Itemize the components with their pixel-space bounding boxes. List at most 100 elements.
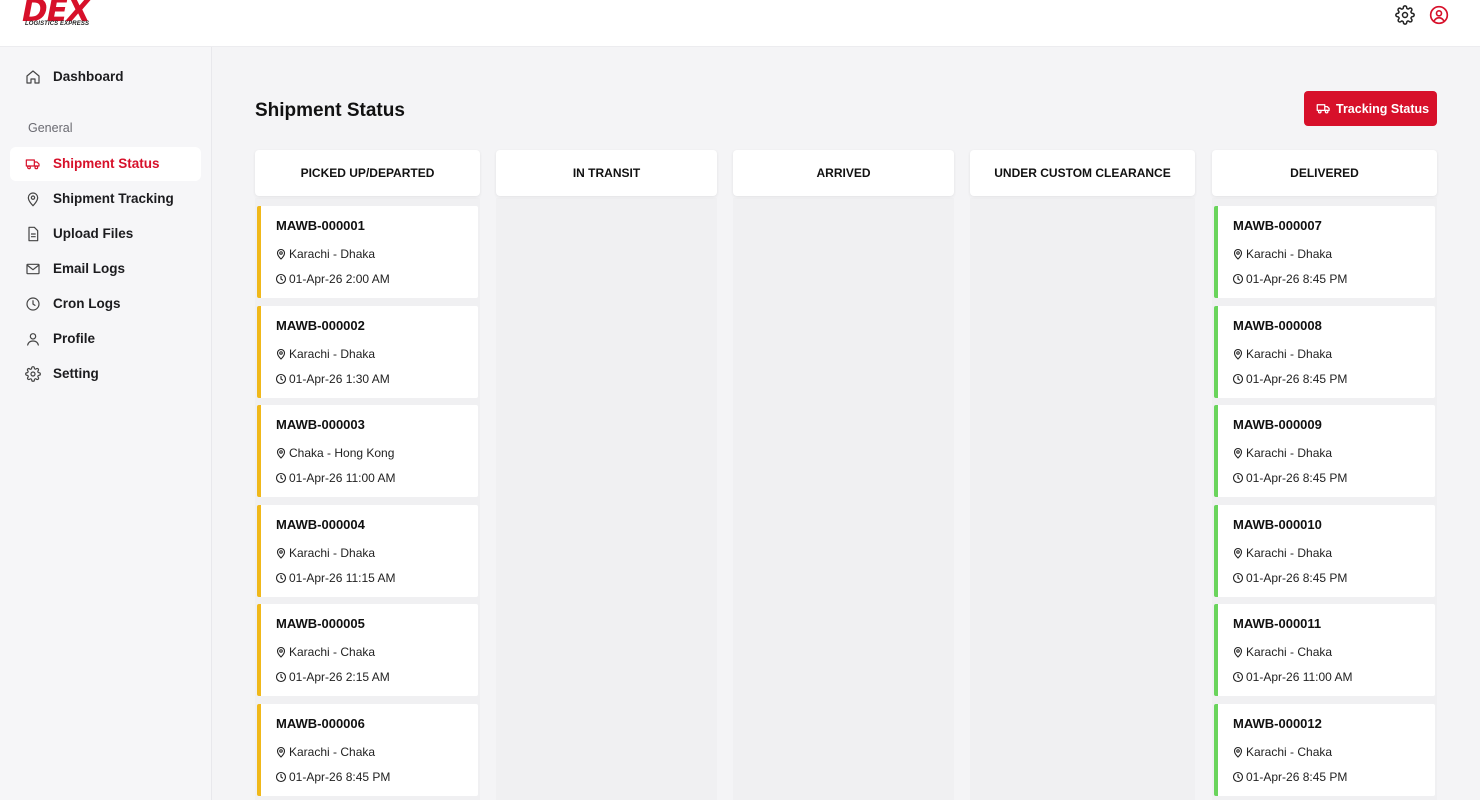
time-text: 01-Apr-26 1:30 AM	[289, 371, 390, 386]
column-under-custom-clearance: UNDER CUSTOM CLEARANCE	[970, 150, 1195, 800]
location-pin-icon	[276, 447, 286, 459]
logo-tagline: LOGISTICS EXPRESS	[25, 21, 90, 27]
mawb-number: MAWB-000007	[1233, 218, 1322, 233]
route-text: Karachi - Chaka	[1246, 645, 1333, 659]
time-text: 01-Apr-26 8:45 PM	[1246, 471, 1348, 485]
shipment-card[interactable]: MAWB-000003 Chaka - Hong Kong 01-Apr-26 …	[257, 405, 478, 497]
shipment-card[interactable]: MAWB-000011 Karachi - Chaka 01-Apr-26 11…	[1214, 604, 1435, 696]
column-header-arrived[interactable]: ARRIVED	[733, 150, 954, 196]
sidebar-item-shipment-status[interactable]: Shipment Status	[10, 147, 201, 181]
sidebar-item-cron-logs[interactable]: Cron Logs	[10, 287, 201, 321]
time-text: 01-Apr-26 8:45 PM	[289, 769, 391, 784]
sidebar-item-label: Shipment Status	[53, 156, 160, 171]
gear-icon	[25, 366, 41, 382]
shipment-card[interactable]: MAWB-000008 Karachi - Dhaka 01-Apr-26 8:…	[1214, 305, 1435, 398]
shipment-card[interactable]: MAWB-000012 Karachi - Chaka 01-Apr-26 8:…	[1214, 703, 1435, 796]
mawb-number: MAWB-000011	[1233, 616, 1322, 631]
column-body	[496, 198, 717, 800]
user-icon	[27, 333, 39, 346]
mawb-number: MAWB-000001	[276, 218, 365, 233]
mawb-number: MAWB-000004	[276, 516, 365, 532]
sidebar-item-label: Dashboard	[53, 69, 124, 84]
route-text: Karachi - Dhaka	[289, 545, 376, 560]
location-pin-icon	[1233, 348, 1243, 360]
time-text: 01-Apr-26 8:45 PM	[1246, 769, 1348, 784]
mawb-number: MAWB-000005	[276, 616, 365, 631]
page-title: Shipment Status	[255, 100, 405, 121]
shipment-card[interactable]: MAWB-000004 Karachi - Dhaka 01-Apr-26 11…	[257, 504, 478, 597]
location-pin-icon	[276, 646, 286, 658]
shipment-card[interactable]: MAWB-000007 Karachi - Dhaka 01-Apr-26 8:…	[1214, 206, 1435, 298]
sidebar-item-label: Shipment Tracking	[53, 191, 174, 206]
settings-gear-icon[interactable]	[1395, 5, 1415, 25]
route-text: Karachi - Chaka	[1246, 744, 1333, 759]
column-header-in-transit[interactable]: IN TRANSIT	[496, 150, 717, 196]
user-account-icon[interactable]	[1429, 5, 1449, 25]
sidebar-item-upload-files[interactable]: Upload Files	[10, 217, 201, 251]
sidebar-item-label: Upload Files	[53, 226, 134, 241]
home-icon	[26, 70, 40, 84]
column-delivered: DELIVERED MAWB-000007 Karachi - Dhaka 01…	[1212, 150, 1437, 800]
route-text: Karachi - Dhaka	[1246, 446, 1333, 460]
mawb-number: MAWB-000008	[1233, 317, 1322, 333]
time-text: 01-Apr-26 8:45 PM	[1246, 272, 1348, 286]
column-header-under-custom-clearance[interactable]: UNDER CUSTOM CLEARANCE	[970, 150, 1195, 196]
column-body	[970, 198, 1195, 800]
shipment-card[interactable]: MAWB-000009 Karachi - Dhaka 01-Apr-26 8:…	[1214, 405, 1435, 497]
location-pin-icon	[1233, 646, 1243, 658]
sidebar-item-email-logs[interactable]: Email Logs	[10, 252, 201, 286]
sidebar-item-setting[interactable]: Setting	[10, 357, 201, 391]
clock-icon	[1232, 472, 1244, 484]
shipment-card[interactable]: MAWB-000010 Karachi - Dhaka 01-Apr-26 8:…	[1214, 504, 1435, 597]
sidebar-section-general: General	[28, 121, 73, 135]
shipment-card[interactable]: MAWB-000005 Karachi - Chaka 01-Apr-26 2:…	[257, 604, 478, 696]
time-text: 01-Apr-26 11:00 AM	[1246, 670, 1353, 684]
column-header-delivered[interactable]: DELIVERED	[1212, 150, 1437, 196]
dex-logo[interactable]: DEX LOGISTICS EXPRESS	[22, 0, 117, 34]
location-pin-icon	[1233, 248, 1243, 260]
column-arrived: ARRIVED	[733, 150, 954, 800]
mawb-number: MAWB-000002	[276, 317, 365, 333]
clock-icon	[275, 373, 287, 384]
shipment-card[interactable]: MAWB-000002 Karachi - Dhaka 01-Apr-26 1:…	[257, 305, 478, 398]
route-text: Karachi - Dhaka	[289, 346, 376, 361]
mail-icon	[26, 263, 40, 275]
sidebar-item-label: Setting	[53, 366, 99, 381]
route-text: Karachi - Dhaka	[1246, 346, 1333, 361]
mawb-number: MAWB-000006	[276, 715, 365, 731]
sidebar-item-profile[interactable]: Profile	[10, 322, 201, 356]
sidebar-item-dashboard[interactable]: Dashboard	[10, 60, 201, 94]
tracking-status-label: Tracking Status	[1336, 102, 1430, 116]
truck-icon	[25, 159, 40, 170]
shipment-card[interactable]: MAWB-000006 Karachi - Chaka 01-Apr-26 8:…	[257, 703, 478, 796]
route-text: Karachi - Dhaka	[1246, 545, 1333, 560]
sidebar-item-label: Cron Logs	[53, 296, 121, 311]
sidebar-item-label: Profile	[53, 331, 96, 346]
mawb-number: MAWB-000010	[1233, 516, 1322, 532]
location-pin-icon	[1233, 547, 1243, 559]
route-text: Karachi - Chaka	[289, 645, 376, 659]
time-text: 01-Apr-26 2:00 AM	[289, 272, 390, 286]
tracking-status-button[interactable]: Tracking Status	[1304, 91, 1437, 126]
mawb-number: MAWB-000009	[1233, 417, 1322, 432]
sidebar-item-shipment-tracking[interactable]: Shipment Tracking	[10, 182, 201, 216]
shipment-card[interactable]: MAWB-000001 Karachi - Dhaka 01-Apr-26 2:…	[257, 206, 478, 298]
column-header-picked-up[interactable]: PICKED UP/DEPARTED	[255, 150, 480, 196]
clock-icon	[1232, 771, 1244, 782]
route-text: Karachi - Dhaka	[289, 247, 376, 261]
truck-icon	[1316, 104, 1330, 114]
time-text: 01-Apr-26 11:00 AM	[289, 471, 396, 485]
mawb-number: MAWB-000012	[1233, 715, 1322, 731]
column-body	[733, 198, 954, 800]
clock-icon	[275, 273, 287, 285]
route-text: Karachi - Dhaka	[1246, 247, 1333, 261]
file-icon	[28, 226, 39, 242]
clock-icon	[1232, 273, 1244, 285]
clock-icon	[1232, 373, 1244, 384]
location-pin-icon	[276, 248, 286, 260]
top-bar: DEX LOGISTICS EXPRESS	[0, 0, 1480, 47]
location-pin-icon	[276, 348, 286, 360]
sidebar: Dashboard General Shipment Status Shipme…	[0, 47, 212, 800]
clock-icon	[275, 572, 287, 583]
clock-icon	[1232, 671, 1244, 683]
